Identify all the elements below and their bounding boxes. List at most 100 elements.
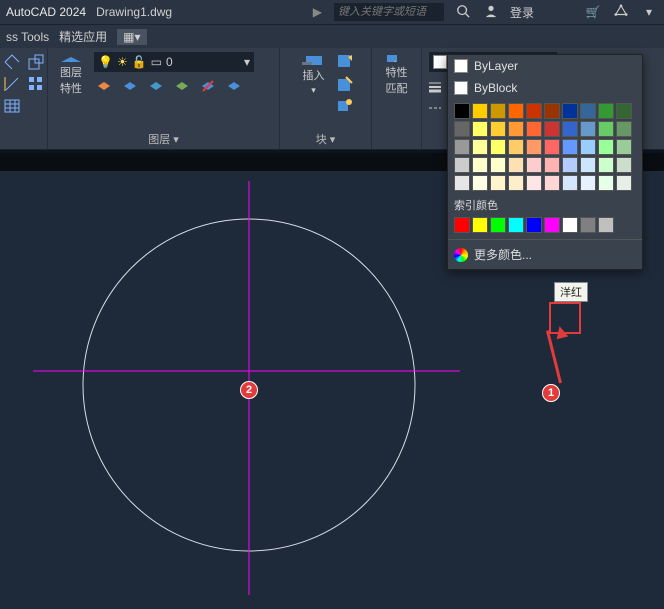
more-colors-button[interactable]: 更多颜色... bbox=[448, 239, 642, 269]
chevron-down-icon[interactable]: ▾ bbox=[244, 55, 250, 69]
create-block-icon[interactable] bbox=[335, 52, 355, 72]
color-dropdown-popup: ByLayer ByBlock 索引颜色 更多颜色... bbox=[447, 54, 643, 270]
color-swatch[interactable] bbox=[562, 103, 578, 119]
cart-icon[interactable]: 🛒 bbox=[584, 5, 602, 19]
file-name: Drawing1.dwg bbox=[96, 5, 172, 19]
color-swatch[interactable] bbox=[562, 157, 578, 173]
color-swatch[interactable] bbox=[580, 157, 596, 173]
color-swatch[interactable] bbox=[454, 157, 470, 173]
index-color-swatch[interactable] bbox=[526, 217, 542, 233]
color-swatch[interactable] bbox=[580, 121, 596, 137]
color-swatch[interactable] bbox=[526, 121, 542, 137]
scale-icon[interactable] bbox=[26, 52, 46, 72]
layer-combo[interactable]: 💡 ☀ 🔓 ▭ 0 ▾ bbox=[94, 52, 254, 72]
share-icon[interactable] bbox=[612, 4, 630, 21]
color-swatch[interactable] bbox=[598, 139, 614, 155]
layer-lock-icon[interactable] bbox=[172, 76, 192, 96]
color-swatch[interactable] bbox=[508, 157, 524, 173]
index-color-swatch[interactable] bbox=[598, 217, 614, 233]
mirror-icon[interactable] bbox=[2, 74, 22, 94]
annotation-badge-2: 2 bbox=[240, 381, 258, 399]
color-swatch[interactable] bbox=[616, 121, 632, 137]
tab-extra-icon[interactable]: ▦▾ bbox=[117, 29, 146, 45]
color-swatch[interactable] bbox=[454, 139, 470, 155]
color-swatch[interactable] bbox=[598, 121, 614, 137]
color-swatch[interactable] bbox=[598, 157, 614, 173]
play-icon[interactable]: ▶ bbox=[313, 5, 322, 19]
color-swatch[interactable] bbox=[526, 139, 542, 155]
color-swatch[interactable] bbox=[472, 175, 488, 191]
color-swatch[interactable] bbox=[544, 103, 560, 119]
color-swatch[interactable] bbox=[508, 121, 524, 137]
color-swatch[interactable] bbox=[544, 157, 560, 173]
color-swatch[interactable] bbox=[526, 157, 542, 173]
layer-properties-button[interactable]: 图层 特性 bbox=[54, 52, 88, 96]
index-color-swatch[interactable] bbox=[454, 217, 470, 233]
match-properties-button[interactable]: 特性 匹配 bbox=[380, 52, 414, 96]
color-swatch[interactable] bbox=[616, 103, 632, 119]
color-option-byblock[interactable]: ByBlock bbox=[448, 77, 642, 99]
layer-state-icon[interactable] bbox=[94, 76, 114, 96]
color-swatch[interactable] bbox=[490, 157, 506, 173]
color-swatch[interactable] bbox=[562, 175, 578, 191]
color-swatch[interactable] bbox=[544, 175, 560, 191]
color-swatch[interactable] bbox=[580, 103, 596, 119]
color-swatch[interactable] bbox=[544, 121, 560, 137]
color-swatch[interactable] bbox=[454, 121, 470, 137]
color-swatch[interactable] bbox=[544, 139, 560, 155]
color-swatch[interactable] bbox=[472, 139, 488, 155]
color-swatch[interactable] bbox=[616, 157, 632, 173]
linetype-icon[interactable] bbox=[425, 98, 445, 118]
index-color-swatch[interactable] bbox=[472, 217, 488, 233]
color-swatch[interactable] bbox=[508, 175, 524, 191]
tab-featured-apps[interactable]: 精选应用 bbox=[59, 28, 107, 45]
search-input[interactable] bbox=[334, 3, 444, 21]
color-swatch[interactable] bbox=[580, 139, 596, 155]
layer-freeze-icon[interactable] bbox=[146, 76, 166, 96]
search-icon[interactable] bbox=[454, 4, 472, 21]
array-icon[interactable] bbox=[26, 74, 46, 94]
index-color-swatch[interactable] bbox=[490, 217, 506, 233]
tab-express-tools[interactable]: ss Tools bbox=[6, 30, 49, 44]
color-swatch[interactable] bbox=[454, 103, 470, 119]
lineweight-icon[interactable] bbox=[425, 76, 445, 96]
color-swatch[interactable] bbox=[490, 121, 506, 137]
color-swatch[interactable] bbox=[472, 103, 488, 119]
color-swatch[interactable] bbox=[508, 139, 524, 155]
color-swatch[interactable] bbox=[490, 175, 506, 191]
color-swatch[interactable] bbox=[508, 103, 524, 119]
color-swatch[interactable] bbox=[616, 175, 632, 191]
color-swatch[interactable] bbox=[490, 139, 506, 155]
color-swatch[interactable] bbox=[616, 139, 632, 155]
chevron-down-icon[interactable]: ▾ bbox=[640, 5, 658, 19]
table-icon[interactable] bbox=[2, 96, 22, 116]
edit-attr-icon[interactable] bbox=[335, 96, 355, 116]
color-swatch[interactable] bbox=[580, 175, 596, 191]
annotation-badge-1: 1 bbox=[542, 384, 560, 402]
block-panel-label: 块 ▾ bbox=[316, 131, 336, 147]
layer-off-icon[interactable] bbox=[198, 76, 218, 96]
match-layer-icon[interactable] bbox=[224, 76, 244, 96]
color-swatch[interactable] bbox=[454, 175, 470, 191]
login-link[interactable]: 登录 bbox=[510, 4, 534, 21]
color-swatch[interactable] bbox=[490, 103, 506, 119]
color-tooltip: 洋红 bbox=[554, 282, 588, 302]
color-swatch[interactable] bbox=[598, 175, 614, 191]
color-swatch[interactable] bbox=[562, 121, 578, 137]
color-swatch[interactable] bbox=[526, 175, 542, 191]
stretch-icon[interactable] bbox=[2, 52, 22, 72]
color-swatch[interactable] bbox=[598, 103, 614, 119]
color-swatch[interactable] bbox=[526, 103, 542, 119]
color-option-bylayer[interactable]: ByLayer bbox=[448, 55, 642, 77]
index-color-swatch[interactable] bbox=[508, 217, 524, 233]
insert-button[interactable]: 插入 ▾ bbox=[297, 52, 331, 96]
index-color-swatch[interactable] bbox=[562, 217, 578, 233]
index-color-swatch[interactable] bbox=[580, 217, 596, 233]
index-color-swatch[interactable] bbox=[544, 217, 560, 233]
color-swatch[interactable] bbox=[472, 157, 488, 173]
edit-block-icon[interactable] bbox=[335, 74, 355, 94]
color-swatch[interactable] bbox=[562, 139, 578, 155]
user-icon[interactable] bbox=[482, 4, 500, 21]
layer-iso-icon[interactable] bbox=[120, 76, 140, 96]
color-swatch[interactable] bbox=[472, 121, 488, 137]
